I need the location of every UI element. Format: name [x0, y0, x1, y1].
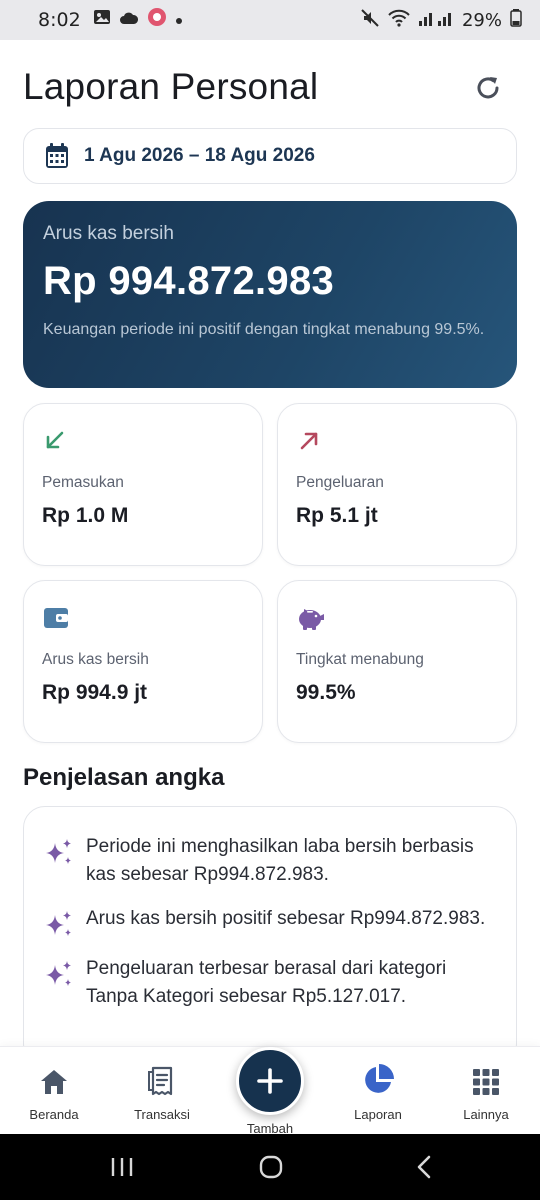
hero-label: Arus kas bersih: [43, 223, 174, 244]
app-notification-icon: [147, 7, 167, 33]
stat-value: Rp 1.0 M: [42, 504, 129, 527]
grid-icon: [473, 1069, 499, 1095]
status-bar: 8:02 29%: [0, 0, 540, 40]
stat-value: Rp 5.1 jt: [296, 504, 378, 527]
stat-card-expense[interactable]: Pengeluaran Rp 5.1 jt: [277, 403, 517, 566]
stat-card-savings-rate[interactable]: Tingkat menabung 99.5%: [277, 580, 517, 743]
add-transaction-button[interactable]: [236, 1047, 304, 1115]
nav-item-transaksi[interactable]: Transaksi: [112, 1047, 212, 1135]
explanation-item: Pengeluaran terbesar berasal dari katego…: [44, 955, 496, 1011]
page-title: Laporan Personal: [23, 66, 319, 107]
system-navigation-bar: [0, 1134, 540, 1200]
explanation-card: Periode ini menghasilkan laba bersih ber…: [23, 806, 517, 1066]
section-title-explanation: Penjelasan angka: [23, 764, 225, 791]
wifi-icon: [388, 9, 410, 32]
stat-card-net-cashflow[interactable]: Arus kas bersih Rp 994.9 jt: [23, 580, 263, 743]
home-icon: [41, 1070, 67, 1094]
refresh-button[interactable]: [468, 68, 508, 108]
explanation-text: Arus kas bersih positif sebesar Rp994.87…: [86, 908, 486, 929]
sparkle-icon: [46, 911, 71, 936]
receipt-icon: [148, 1066, 173, 1096]
calendar-icon: [46, 143, 68, 168]
wallet-icon: [44, 608, 68, 628]
explanation-text: Pengeluaran terbesar berasal dari katego…: [86, 958, 447, 1007]
signal-icon: [418, 9, 454, 32]
stat-label: Arus kas bersih: [42, 651, 149, 668]
nav-label: Transaksi: [134, 1107, 190, 1122]
status-time: 8:02: [38, 9, 81, 31]
explanation-text: Periode ini menghasilkan laba bersih ber…: [86, 836, 474, 885]
stat-value: Rp 994.9 jt: [42, 681, 148, 704]
net-cashflow-summary-card: Arus kas bersih Rp 994.872.983 Keuangan …: [23, 201, 517, 388]
dot-icon: [175, 9, 183, 31]
pie-chart-icon: [365, 1064, 394, 1093]
hero-description: Keuangan periode ini positif dengan ting…: [43, 321, 485, 338]
home-circle-icon: [259, 1155, 283, 1179]
stat-value: 99.5%: [296, 681, 356, 704]
back-icon: [417, 1155, 431, 1179]
date-range-picker[interactable]: 1 Agu 2026 – 18 Agu 2026: [23, 128, 517, 184]
nav-item-lainnya[interactable]: Lainnya: [436, 1047, 536, 1135]
cloud-icon: [119, 9, 139, 31]
gallery-icon: [93, 9, 111, 31]
nav-label: Beranda: [29, 1107, 79, 1122]
explanation-item: Periode ini menghasilkan laba bersih ber…: [44, 833, 496, 889]
hero-value: Rp 994.872.983: [43, 259, 335, 303]
stat-label: Tingkat menabung: [296, 651, 424, 668]
back-button[interactable]: [410, 1154, 438, 1180]
piggy-bank-icon: [299, 609, 324, 630]
arrow-up-right-icon: [300, 432, 318, 450]
plus-icon: [257, 1068, 283, 1094]
sparkle-icon: [46, 839, 71, 864]
arrow-down-left-icon: [46, 431, 64, 449]
sparkle-icon: [46, 961, 71, 986]
mute-icon: [360, 8, 380, 33]
explanation-item: Arus kas bersih positif sebesar Rp994.87…: [44, 905, 496, 939]
recent-apps-icon: [111, 1158, 133, 1176]
battery-text: 29%: [461, 9, 502, 31]
home-system-button[interactable]: [257, 1154, 285, 1180]
nav-item-beranda[interactable]: Beranda: [4, 1047, 104, 1135]
nav-label: Lainnya: [463, 1107, 509, 1122]
date-range-label: 1 Agu 2026 – 18 Agu 2026: [84, 145, 315, 166]
nav-item-laporan[interactable]: Laporan: [328, 1047, 428, 1135]
refresh-icon: [477, 77, 499, 99]
nav-label: Laporan: [354, 1107, 402, 1122]
recent-apps-button[interactable]: [108, 1154, 136, 1180]
stat-label: Pengeluaran: [296, 474, 384, 491]
battery-icon: [510, 8, 522, 32]
stat-card-income[interactable]: Pemasukan Rp 1.0 M: [23, 403, 263, 566]
stat-label: Pemasukan: [42, 474, 124, 491]
